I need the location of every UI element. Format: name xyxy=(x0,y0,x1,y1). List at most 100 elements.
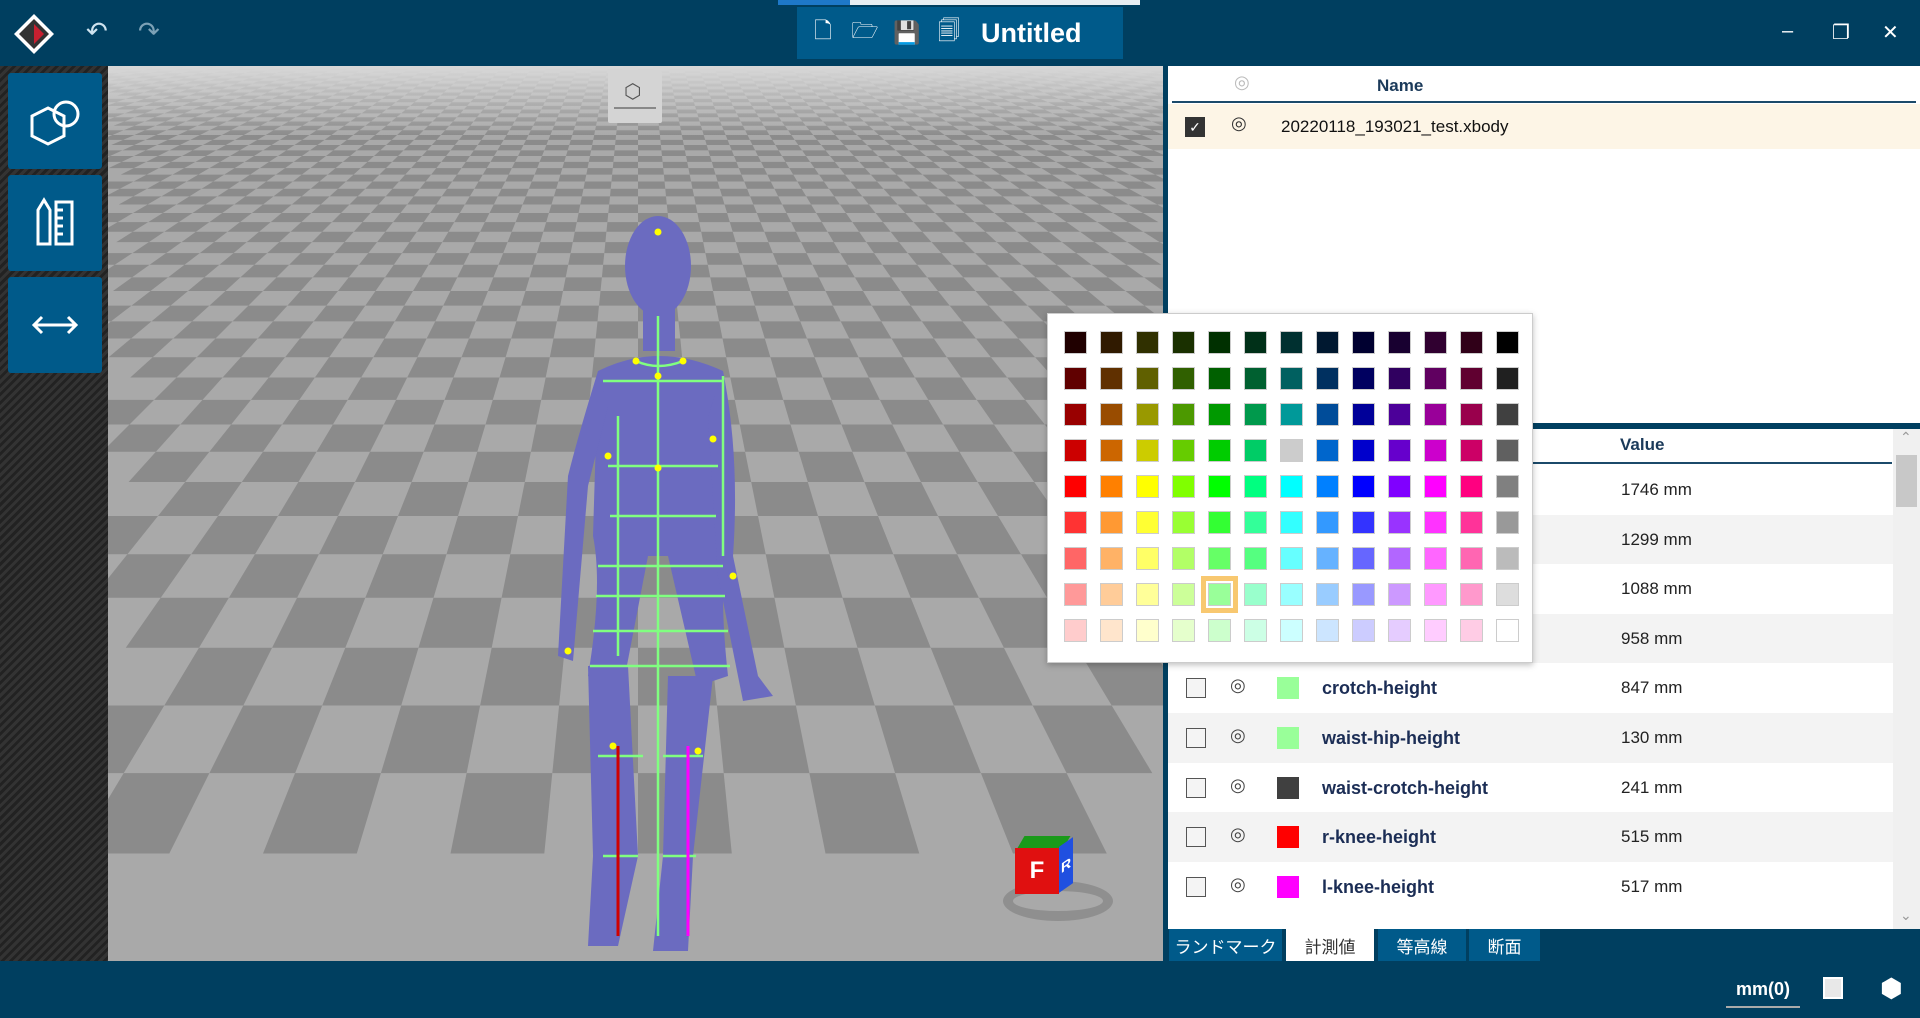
color-swatch-option[interactable] xyxy=(1424,583,1447,606)
color-swatch-option[interactable] xyxy=(1352,475,1375,498)
color-swatch-option[interactable] xyxy=(1388,367,1411,390)
color-swatch-option[interactable] xyxy=(1388,475,1411,498)
color-swatch-option[interactable] xyxy=(1172,619,1195,642)
measurement-row[interactable]: ◎ r-knee-height 515 mm xyxy=(1168,812,1893,862)
color-swatch-option[interactable] xyxy=(1172,583,1195,606)
color-swatch-option[interactable] xyxy=(1316,439,1339,462)
color-swatch-option[interactable] xyxy=(1064,511,1087,534)
color-swatch-option[interactable] xyxy=(1496,475,1519,498)
eye-icon[interactable]: ◎ xyxy=(1230,874,1246,895)
orientation-cube[interactable]: F R xyxy=(1003,836,1113,926)
eye-icon[interactable]: ◎ xyxy=(1230,725,1246,746)
color-swatch-option[interactable] xyxy=(1280,439,1303,462)
color-swatch-option[interactable] xyxy=(1352,439,1375,462)
color-swatch-option[interactable] xyxy=(1208,403,1231,426)
color-swatch[interactable] xyxy=(1277,727,1299,749)
color-swatch-option[interactable] xyxy=(1388,439,1411,462)
color-swatch-option[interactable] xyxy=(1388,547,1411,570)
color-swatch-option[interactable] xyxy=(1136,331,1159,354)
color-swatch-option[interactable] xyxy=(1496,331,1519,354)
scroll-thumb[interactable] xyxy=(1896,455,1917,507)
row-checkbox[interactable] xyxy=(1186,827,1206,848)
color-swatch-option[interactable] xyxy=(1136,511,1159,534)
name-column-header[interactable]: Name xyxy=(1377,76,1423,96)
color-swatch-option[interactable] xyxy=(1352,331,1375,354)
color-swatch-option[interactable] xyxy=(1244,475,1267,498)
restore-button[interactable]: ❐ xyxy=(1832,20,1850,45)
color-swatch-option[interactable] xyxy=(1460,619,1483,642)
color-swatch-option[interactable] xyxy=(1496,439,1519,462)
distance-button[interactable] xyxy=(8,277,102,373)
color-swatch-option[interactable] xyxy=(1100,403,1123,426)
eye-icon[interactable]: ◎ xyxy=(1230,824,1246,845)
tab-measurements[interactable]: 計測値 xyxy=(1286,929,1374,961)
color-swatch-option[interactable] xyxy=(1172,403,1195,426)
color-swatch-option[interactable] xyxy=(1280,403,1303,426)
color-swatch-option[interactable] xyxy=(1352,367,1375,390)
open-file-icon[interactable]: 🗁 xyxy=(851,18,879,48)
color-swatch-option[interactable] xyxy=(1316,583,1339,606)
cube-face-right[interactable]: R xyxy=(1059,837,1073,893)
color-swatch-option[interactable] xyxy=(1208,619,1231,642)
eye-icon[interactable]: ◎ xyxy=(1230,675,1246,696)
file-row[interactable]: ✓ ◎ 20220118_193021_test.xbody xyxy=(1168,104,1920,149)
color-swatch-option[interactable] xyxy=(1136,439,1159,462)
color-swatch-option[interactable] xyxy=(1460,511,1483,534)
color-swatch-option[interactable] xyxy=(1208,439,1231,462)
color-swatch-option[interactable] xyxy=(1100,331,1123,354)
minimize-button[interactable]: – xyxy=(1782,20,1793,43)
color-swatch-option[interactable] xyxy=(1496,367,1519,390)
color-swatch-option[interactable] xyxy=(1424,439,1447,462)
row-checkbox[interactable] xyxy=(1186,777,1206,798)
3d-viewport[interactable]: ⬡ F R xyxy=(108,66,1163,961)
color-swatch-option[interactable] xyxy=(1424,511,1447,534)
redo-icon[interactable]: ↷ xyxy=(138,16,160,47)
color-swatch-option[interactable] xyxy=(1064,547,1087,570)
color-swatch-option[interactable] xyxy=(1172,331,1195,354)
color-swatch-option[interactable] xyxy=(1316,367,1339,390)
color-swatch-option[interactable] xyxy=(1460,439,1483,462)
frame-toggle-icon[interactable] xyxy=(1823,977,1843,999)
color-swatch-option[interactable] xyxy=(1424,619,1447,642)
color-swatch-option[interactable] xyxy=(1208,331,1231,354)
color-swatch-option[interactable] xyxy=(1496,511,1519,534)
close-button[interactable]: ✕ xyxy=(1882,20,1899,45)
color-swatch-option[interactable] xyxy=(1064,403,1087,426)
color-swatch-option[interactable] xyxy=(1424,547,1447,570)
color-swatch-option[interactable] xyxy=(1100,439,1123,462)
scrollbar[interactable]: ⌃ ⌄ xyxy=(1893,429,1920,929)
color-swatch-option[interactable] xyxy=(1172,367,1195,390)
color-swatch-option[interactable] xyxy=(1316,547,1339,570)
color-swatch-option[interactable] xyxy=(1136,547,1159,570)
color-swatch-option[interactable] xyxy=(1352,619,1375,642)
color-swatch-option[interactable] xyxy=(1244,511,1267,534)
color-swatch[interactable] xyxy=(1277,875,1299,898)
color-swatch-option[interactable] xyxy=(1460,475,1483,498)
save-icon[interactable]: 💾 xyxy=(893,18,921,48)
color-swatch-option[interactable] xyxy=(1496,403,1519,426)
color-swatch-option[interactable] xyxy=(1352,547,1375,570)
color-swatch-option[interactable] xyxy=(1172,439,1195,462)
color-swatch-option[interactable] xyxy=(1244,547,1267,570)
color-swatch-option[interactable] xyxy=(1172,511,1195,534)
color-swatch-option[interactable] xyxy=(1100,583,1123,606)
color-swatch-option[interactable] xyxy=(1136,475,1159,498)
color-swatch-option[interactable] xyxy=(1316,403,1339,426)
color-swatch-option[interactable] xyxy=(1136,403,1159,426)
color-swatch-option[interactable] xyxy=(1388,331,1411,354)
color-swatch-option[interactable] xyxy=(1496,619,1519,642)
color-swatch-option[interactable] xyxy=(1388,583,1411,606)
color-swatch-option[interactable] xyxy=(1172,475,1195,498)
color-swatch-option[interactable] xyxy=(1208,511,1231,534)
color-swatch-option[interactable] xyxy=(1424,367,1447,390)
color-swatch-option[interactable] xyxy=(1100,367,1123,390)
eye-icon[interactable]: ◎ xyxy=(1230,775,1246,796)
scroll-down-icon[interactable]: ⌄ xyxy=(1900,907,1912,924)
color-swatch-option[interactable] xyxy=(1388,619,1411,642)
color-swatch-option[interactable] xyxy=(1460,367,1483,390)
color-swatch-option[interactable] xyxy=(1100,619,1123,642)
color-swatch-option[interactable] xyxy=(1064,475,1087,498)
row-checkbox[interactable] xyxy=(1186,728,1206,748)
color-swatch-option[interactable] xyxy=(1064,331,1087,354)
color-swatch-option[interactable] xyxy=(1208,475,1231,498)
